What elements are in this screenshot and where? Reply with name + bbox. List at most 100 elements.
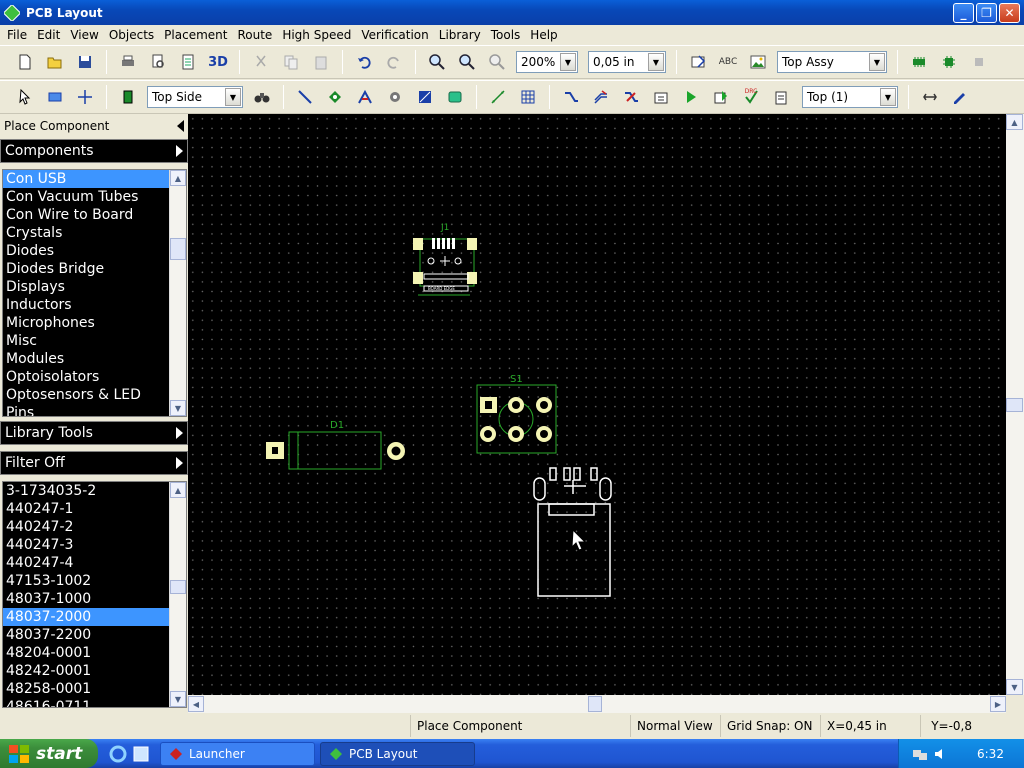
via-button[interactable] bbox=[322, 84, 348, 110]
list-item[interactable]: Displays bbox=[3, 278, 170, 296]
menu-help[interactable]: Help bbox=[525, 25, 562, 45]
pad-button[interactable] bbox=[382, 84, 408, 110]
scroll-thumb[interactable] bbox=[588, 696, 602, 712]
copper-pour-button[interactable] bbox=[412, 84, 438, 110]
crosshair-button[interactable] bbox=[72, 84, 98, 110]
zoom-fit-button[interactable] bbox=[484, 49, 510, 75]
route-diff-button[interactable] bbox=[588, 84, 614, 110]
quicklaunch-icon[interactable] bbox=[132, 745, 150, 763]
undo-button[interactable] bbox=[351, 49, 377, 75]
list-item[interactable]: 48037-1000 bbox=[3, 590, 170, 608]
autoroute-run-button[interactable] bbox=[678, 84, 704, 110]
speaker-icon[interactable] bbox=[933, 746, 949, 762]
menu-file[interactable]: File bbox=[2, 25, 32, 45]
scroll-down-icon[interactable]: ▼ bbox=[1006, 679, 1023, 695]
cut-button[interactable] bbox=[248, 49, 274, 75]
list-item[interactable]: Inductors bbox=[3, 296, 170, 314]
s1-footprint[interactable]: S1 bbox=[476, 374, 557, 454]
measure-button[interactable] bbox=[485, 84, 511, 110]
menu-high-speed[interactable]: High Speed bbox=[277, 25, 356, 45]
route-button[interactable] bbox=[558, 84, 584, 110]
list-item[interactable]: Modules bbox=[3, 350, 170, 368]
copy-button[interactable] bbox=[278, 49, 304, 75]
list-item[interactable]: 48258-0001 bbox=[3, 680, 170, 698]
scroll-thumb[interactable] bbox=[170, 580, 186, 594]
report-button[interactable] bbox=[175, 49, 201, 75]
side-select[interactable]: Top Side ▼ bbox=[147, 86, 243, 108]
zoom-out-button[interactable] bbox=[454, 49, 480, 75]
components-button[interactable] bbox=[906, 49, 932, 75]
taskbar-pcb-layout[interactable]: PCB Layout bbox=[320, 742, 475, 766]
scroll-thumb[interactable] bbox=[170, 238, 186, 260]
print-preview-button[interactable] bbox=[145, 49, 171, 75]
list-item[interactable]: Con Wire to Board bbox=[3, 206, 170, 224]
menu-route[interactable]: Route bbox=[232, 25, 277, 45]
scroll-down-icon[interactable]: ▼ bbox=[170, 691, 186, 707]
list-item[interactable]: 440247-3 bbox=[3, 536, 170, 554]
select-area-button[interactable] bbox=[42, 84, 68, 110]
text-button[interactable]: ABC bbox=[715, 49, 741, 75]
close-button[interactable]: ✕ bbox=[999, 3, 1020, 23]
trace-button[interactable] bbox=[292, 84, 318, 110]
filter-header[interactable]: Filter Off bbox=[0, 451, 188, 475]
j1-footprint[interactable]: J1 BOARD EDGE bbox=[413, 223, 477, 296]
list-item[interactable]: 440247-1 bbox=[3, 500, 170, 518]
select-tool-button[interactable] bbox=[12, 84, 38, 110]
list-item[interactable]: Diodes Bridge bbox=[3, 260, 170, 278]
list-item[interactable]: 48242-0001 bbox=[3, 662, 170, 680]
canvas-vertical-scrollbar[interactable]: ▲ ▼ bbox=[1006, 114, 1024, 695]
arc-button[interactable] bbox=[352, 84, 378, 110]
clock[interactable]: 6:32 bbox=[977, 747, 1004, 761]
unroute-button[interactable] bbox=[618, 84, 644, 110]
menu-verification[interactable]: Verification bbox=[356, 25, 433, 45]
restore-button[interactable]: ❐ bbox=[976, 3, 997, 23]
parts-scrollbar[interactable]: ▲ ▼ bbox=[169, 482, 186, 707]
place-component-header[interactable]: Place Component bbox=[0, 114, 188, 138]
drc-report-button[interactable] bbox=[768, 84, 794, 110]
list-item[interactable]: 47153-1002 bbox=[3, 572, 170, 590]
taskbar-launcher[interactable]: Launcher bbox=[160, 742, 315, 766]
menu-edit[interactable]: Edit bbox=[32, 25, 65, 45]
save-button[interactable] bbox=[72, 49, 98, 75]
components-header[interactable]: Components bbox=[0, 139, 188, 163]
layer-select[interactable]: Top (1) ▼ bbox=[802, 86, 898, 108]
open-button[interactable] bbox=[42, 49, 68, 75]
scroll-left-icon[interactable]: ◀ bbox=[188, 696, 204, 712]
internet-explorer-icon[interactable] bbox=[108, 744, 128, 764]
drc-button[interactable]: DRC bbox=[738, 84, 764, 110]
settings-button[interactable] bbox=[947, 84, 973, 110]
list-item[interactable]: 3-1734035-2 bbox=[3, 482, 170, 500]
paste-button[interactable] bbox=[308, 49, 334, 75]
list-item[interactable]: 48204-0001 bbox=[3, 644, 170, 662]
list-item[interactable]: 48037-2000 bbox=[3, 608, 170, 626]
zoom-in-button[interactable] bbox=[424, 49, 450, 75]
new-file-button[interactable] bbox=[12, 49, 38, 75]
list-item[interactable]: 48037-2200 bbox=[3, 626, 170, 644]
minimize-button[interactable]: _ bbox=[953, 3, 974, 23]
scroll-right-icon[interactable]: ▶ bbox=[990, 696, 1006, 712]
polygon-button[interactable] bbox=[442, 84, 468, 110]
list-item[interactable]: Con USB bbox=[3, 170, 170, 188]
find-button[interactable] bbox=[249, 84, 275, 110]
list-item[interactable]: 440247-4 bbox=[3, 554, 170, 572]
pcb-canvas[interactable]: J1 BOARD EDGE S1 D1 bbox=[188, 114, 1006, 695]
menu-tools[interactable]: Tools bbox=[486, 25, 526, 45]
autoroute-setup-button[interactable] bbox=[648, 84, 674, 110]
component-place-button[interactable] bbox=[115, 84, 141, 110]
image-button[interactable] bbox=[745, 49, 771, 75]
list-item[interactable]: Optosensors & LED bbox=[3, 386, 170, 404]
components-scrollbar[interactable]: ▲ ▼ bbox=[169, 170, 186, 416]
scroll-down-icon[interactable]: ▼ bbox=[170, 400, 186, 416]
scroll-thumb[interactable] bbox=[1006, 398, 1023, 412]
d1-footprint[interactable]: D1 bbox=[266, 420, 405, 470]
menu-view[interactable]: View bbox=[65, 25, 103, 45]
list-item[interactable]: Con Vacuum Tubes bbox=[3, 188, 170, 206]
3d-view-button[interactable]: 3D bbox=[205, 49, 231, 75]
scroll-up-icon[interactable]: ▲ bbox=[170, 170, 186, 186]
list-item[interactable]: 440247-2 bbox=[3, 518, 170, 536]
scroll-up-icon[interactable]: ▲ bbox=[170, 482, 186, 498]
list-item[interactable]: 48616-0711 bbox=[3, 698, 170, 707]
list-item[interactable]: Pins bbox=[3, 404, 170, 416]
table-button[interactable] bbox=[515, 84, 541, 110]
library-tools-header[interactable]: Library Tools bbox=[0, 421, 188, 445]
